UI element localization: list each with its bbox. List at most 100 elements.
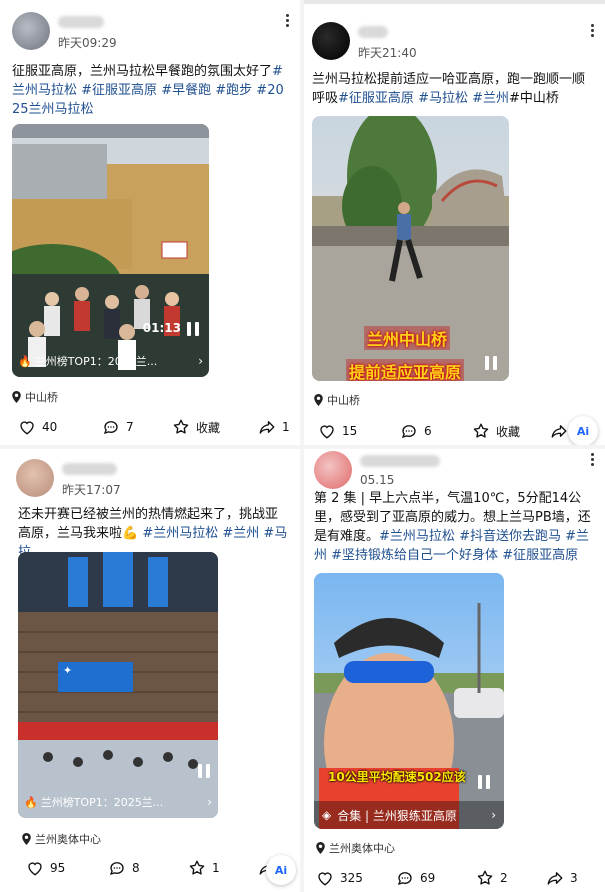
top-divider (304, 0, 605, 4)
more-options-icon[interactable] (587, 22, 597, 42)
hashtag-link[interactable]: #兰州 (222, 526, 259, 541)
post-card-4[interactable]: 05.15 第 2 集 | 早上六点半，气温10℃，5分配14公里，感受到了亚高… (304, 449, 605, 892)
comment-button[interactable]: 69 (396, 869, 435, 887)
collection-bar[interactable]: ◈ 合集 | 兰州狠练亚高原 › (314, 801, 504, 829)
heart-icon (320, 425, 334, 439)
post-card-1[interactable]: 昨天09:29 征服亚高原，兰州马拉松早餐跑的氛围太好了#兰州马拉松 #征服亚高… (0, 0, 300, 445)
post-text[interactable]: 第 2 集 | 早上六点半，气温10℃，5分配14公里，感受到了亚高原的威力。想… (314, 489, 597, 565)
chevron-right-icon: › (198, 354, 203, 368)
pause-icon[interactable] (485, 356, 497, 370)
pause-icon[interactable] (198, 764, 210, 778)
comment-count: 8 (132, 861, 140, 875)
comment-button[interactable]: 8 (108, 859, 140, 877)
hashtag-link[interactable]: #抖音送你去跑马 (459, 529, 561, 544)
hashtag-link[interactable]: #坚持锻炼给自己一个好身体 (331, 548, 498, 563)
like-button[interactable]: 40 (18, 418, 57, 436)
favorite-button[interactable]: 收藏 (472, 422, 520, 440)
hashtag-link[interactable]: #征服亚高原 (81, 83, 157, 98)
video-overlay-title: 兰州中山桥 (364, 326, 451, 350)
video-thumbnail[interactable]: ✦ 🔥 兰州榜TOP1：2025兰... › (18, 552, 218, 818)
comment-count: 69 (420, 871, 436, 885)
ai-assistant-button[interactable]: Ai (568, 416, 598, 445)
avatar[interactable] (314, 451, 352, 489)
video-image (314, 573, 504, 829)
like-button[interactable]: 15 (318, 422, 357, 440)
video-caption: 10公里平均配速502应该 (328, 770, 466, 784)
layers-icon: ◈ (322, 808, 332, 822)
share-button[interactable]: 3 (546, 869, 578, 887)
avatar[interactable] (16, 459, 54, 497)
chevron-right-icon: › (491, 808, 496, 822)
star-icon (173, 419, 189, 434)
pause-icon[interactable] (478, 775, 490, 789)
screen-decor: ✦ (63, 664, 73, 677)
hashtag-link[interactable]: #跑步 (215, 83, 252, 98)
heart-icon (318, 872, 332, 886)
post-card-3[interactable]: 昨天17:07 还未开赛已经被兰州的热情燃起来了，挑战亚高原，兰马我来啦💪 #兰… (0, 449, 300, 892)
more-options-icon[interactable] (282, 12, 292, 32)
hashtag-link[interactable]: #兰州马拉松 (142, 526, 218, 541)
share-button[interactable] (550, 422, 568, 440)
username-blurred[interactable] (58, 16, 104, 28)
ranking-badge-text: 兰州榜TOP1：2025兰... (40, 796, 164, 809)
action-bar: 40 7 收藏 1 (12, 418, 290, 442)
location-tag[interactable]: 中山桥 (314, 392, 360, 408)
heart-icon (28, 862, 42, 876)
username-blurred[interactable] (358, 26, 388, 38)
location-pin-icon (12, 391, 21, 403)
like-count: 95 (50, 861, 66, 875)
share-button[interactable]: 1 (258, 418, 290, 436)
post-card-2[interactable]: 昨天21:40 兰州马拉松提前适应一哈亚高原，跑一跑顺一顺呼吸#征服亚高原 #马… (304, 0, 605, 445)
like-button[interactable]: 95 (26, 859, 65, 877)
post-time: 昨天17:07 (62, 483, 121, 497)
star-icon (189, 860, 205, 875)
location-pin-icon (316, 842, 325, 854)
avatar[interactable] (312, 22, 350, 60)
location-pin-icon (22, 833, 31, 845)
post-text[interactable]: 征服亚高原，兰州马拉松早餐跑的氛围太好了#兰州马拉松 #征服亚高原 #早餐跑 #… (12, 62, 290, 119)
like-count: 15 (342, 424, 358, 438)
post-text-segment: #中山桥 (509, 91, 559, 106)
ranking-badge[interactable]: 🔥 兰州榜TOP1：2025兰... › (18, 351, 203, 371)
favorite-button[interactable]: 2 (476, 869, 508, 887)
ranking-badge[interactable]: 🔥 兰州榜TOP1：2025兰... › (24, 792, 212, 812)
ai-assistant-button[interactable]: Ai (266, 855, 296, 885)
location-tag[interactable]: 兰州奥体中心 (316, 840, 395, 856)
hashtag-link[interactable]: #兰州 (472, 91, 509, 106)
favorite-count: 1 (212, 861, 220, 875)
video-overlay-subtitle: 提前适应亚高原 (346, 359, 465, 381)
hashtag-link[interactable]: #早餐跑 (161, 83, 211, 98)
avatar[interactable] (12, 12, 50, 50)
post-time: 昨天09:29 (58, 36, 117, 50)
video-thumbnail[interactable]: 10公里平均配速502应该 ◈ 合集 | 兰州狠练亚高原 › (314, 573, 504, 829)
comment-icon (103, 421, 118, 435)
hashtag-link[interactable]: #兰州马拉松 (379, 529, 455, 544)
fire-icon: 🔥 (24, 795, 38, 809)
location-tag[interactable]: 中山桥 (12, 389, 58, 405)
comment-button[interactable]: 7 (102, 418, 134, 436)
hashtag-link[interactable]: #征服亚高原 (502, 548, 578, 563)
pause-icon[interactable] (187, 322, 199, 336)
post-header: 昨天17:07 (16, 459, 288, 503)
chevron-right-icon: › (207, 795, 212, 809)
username-blurred[interactable] (62, 463, 117, 475)
like-count: 40 (42, 420, 58, 434)
more-options-icon[interactable] (587, 451, 597, 471)
video-thumbnail[interactable]: 兰州中山桥 提前适应亚高原 (312, 116, 509, 381)
video-thumbnail[interactable]: 01:13 🔥 兰州榜TOP1：2025兰... › (12, 124, 209, 377)
share-icon (551, 425, 567, 438)
hashtag-link[interactable]: #马拉松 (418, 91, 468, 106)
comment-button[interactable]: 6 (400, 422, 432, 440)
star-icon (473, 423, 489, 438)
post-text[interactable]: 兰州马拉松提前适应一哈亚高原，跑一跑顺一顺呼吸#征服亚高原 #马拉松 #兰州#中… (312, 70, 595, 108)
location-tag[interactable]: 兰州奥体中心 (22, 831, 101, 847)
like-button[interactable]: 325 (316, 869, 363, 887)
hashtag-link[interactable]: #征服亚高原 (338, 91, 414, 106)
share-icon (547, 872, 563, 885)
username-blurred[interactable] (360, 455, 440, 467)
favorite-button[interactable]: 收藏 (172, 418, 220, 436)
comment-count: 7 (126, 420, 134, 434)
favorite-button[interactable]: 1 (188, 859, 220, 877)
location-text: 中山桥 (25, 391, 58, 404)
action-bar: 15 6 收藏 (314, 422, 593, 445)
